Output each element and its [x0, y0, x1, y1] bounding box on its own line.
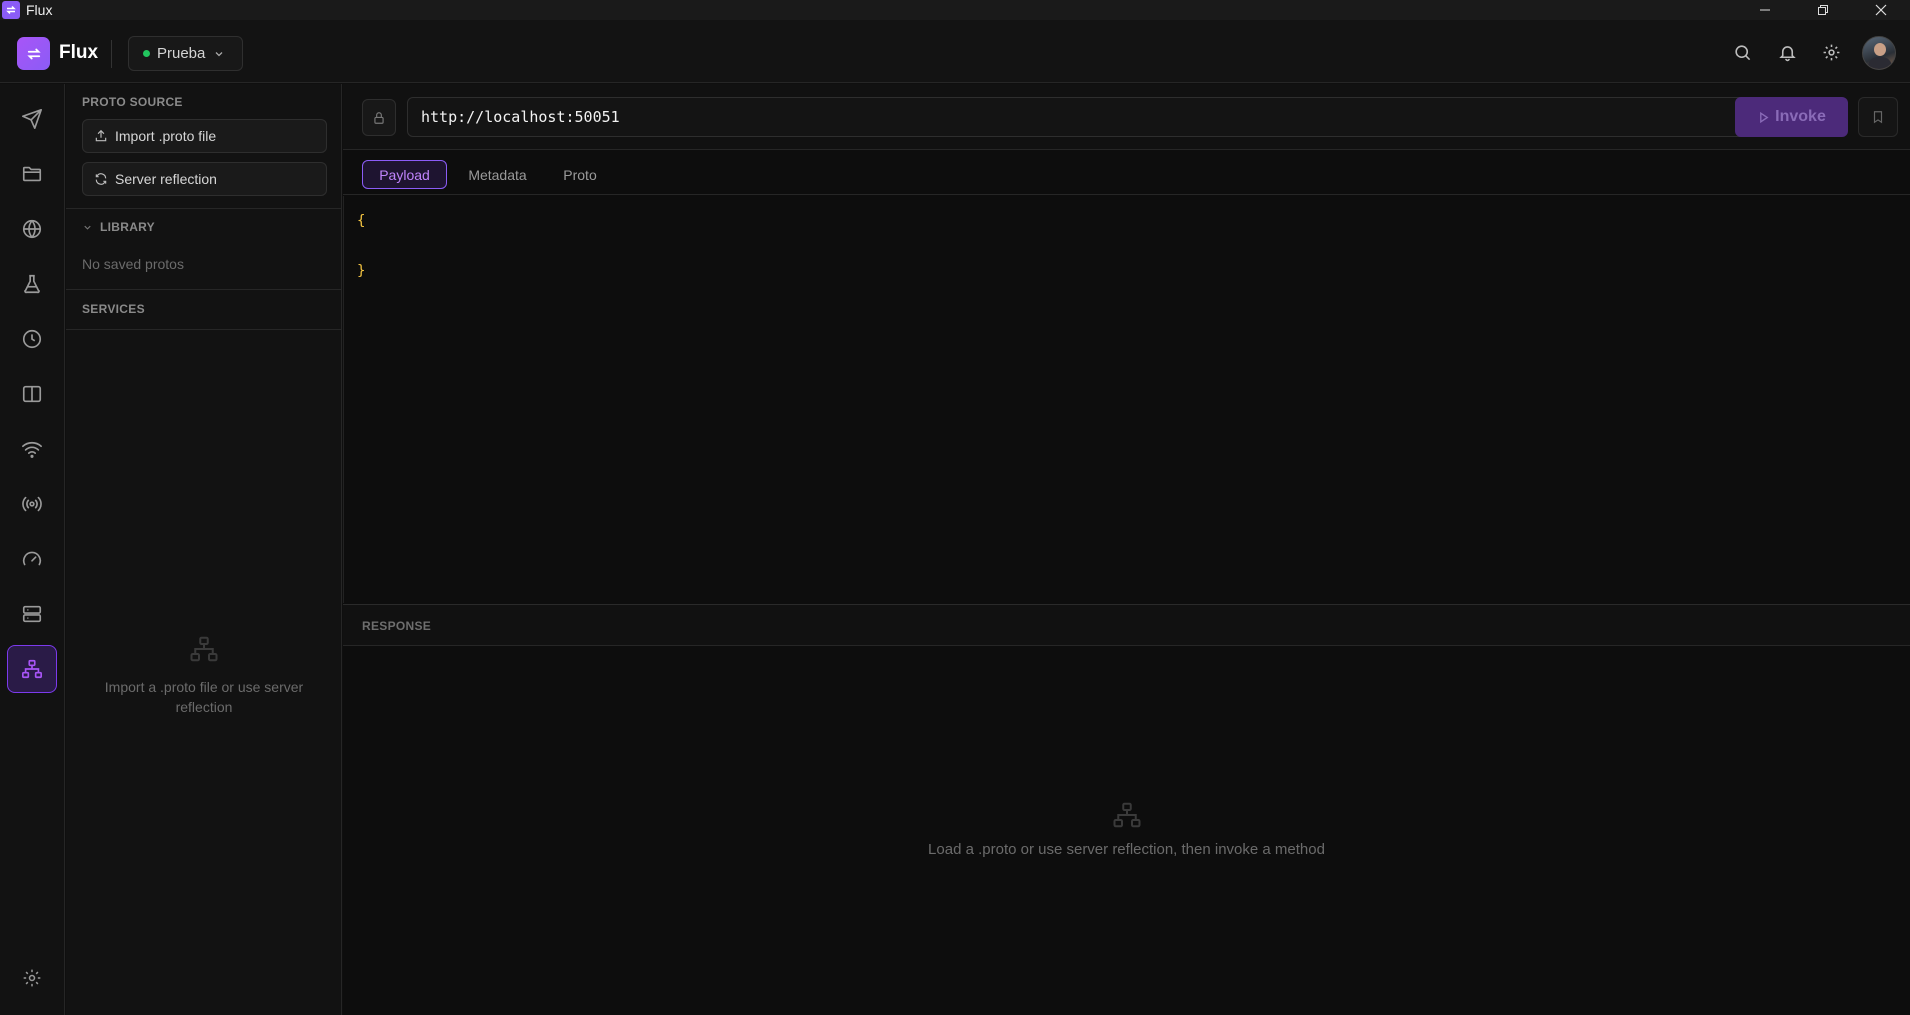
rail-hierarchy-icon[interactable]: [7, 645, 57, 693]
payload-editor[interactable]: { }: [343, 196, 1910, 603]
rail-folder-icon[interactable]: [7, 150, 57, 198]
app-header: Flux Prueba: [0, 20, 1910, 83]
proto-side-panel: PROTO SOURCE Import .proto file Server r…: [66, 84, 342, 1015]
close-window-button[interactable]: [1852, 0, 1910, 20]
rail-wifi-icon[interactable]: [7, 425, 57, 473]
server-url-input[interactable]: [407, 97, 1767, 137]
bookmark-icon: [1873, 111, 1883, 124]
app-icon: [2, 1, 20, 19]
tab-payload[interactable]: Payload: [362, 160, 447, 189]
tab-metadata[interactable]: Metadata: [455, 160, 540, 189]
lock-icon: [374, 111, 384, 124]
server-reflection-label: Server reflection: [115, 171, 217, 187]
response-label: RESPONSE: [362, 619, 432, 633]
environment-selector[interactable]: Prueba: [128, 36, 243, 71]
hierarchy-icon: [1113, 802, 1140, 828]
logo-icon: [17, 37, 50, 70]
bell-icon[interactable]: [1776, 41, 1798, 63]
rail-settings-gear-icon[interactable]: [7, 954, 57, 1002]
main-panel: Invoke Payload Metadata Proto { } RESPON…: [343, 84, 1910, 1015]
invoke-button[interactable]: Invoke: [1735, 97, 1848, 137]
request-bar: Invoke: [343, 84, 1910, 150]
environment-status-dot: [143, 50, 150, 57]
library-toggle[interactable]: LIBRARY: [82, 220, 155, 234]
editor-open-brace: {: [357, 213, 366, 229]
proto-source-label: PROTO SOURCE: [82, 95, 183, 109]
chevron-down-icon: [84, 225, 91, 230]
import-proto-button[interactable]: Import .proto file: [82, 119, 327, 153]
rail-flask-icon[interactable]: [7, 260, 57, 308]
brand-name: Flux: [59, 42, 99, 63]
search-icon[interactable]: [1731, 41, 1753, 63]
gear-icon[interactable]: [1820, 41, 1842, 63]
environment-name: Prueba: [157, 45, 206, 62]
window-titlebar: Flux: [0, 0, 1910, 20]
restore-button[interactable]: [1794, 0, 1852, 20]
upload-icon: [95, 129, 107, 142]
services-empty-text: Import a .proto file or use server refle…: [104, 679, 304, 715]
minimize-button[interactable]: [1736, 0, 1794, 20]
refresh-icon: [95, 173, 107, 185]
header-divider: [111, 40, 112, 68]
rail-globe-icon[interactable]: [7, 205, 57, 253]
hierarchy-icon: [190, 636, 218, 662]
library-label: LIBRARY: [100, 220, 155, 234]
response-empty-text: Load a .proto or use server reflection, …: [928, 841, 1325, 858]
server-reflection-button[interactable]: Server reflection: [82, 162, 327, 196]
response-header: RESPONSE: [343, 604, 1910, 646]
rail-send-icon[interactable]: [7, 95, 57, 143]
request-tabs: Payload Metadata Proto: [343, 151, 1910, 195]
divider: [66, 208, 342, 209]
services-label: SERVICES: [82, 302, 145, 316]
chevron-down-icon: [215, 51, 223, 56]
bookmark-button[interactable]: [1858, 97, 1898, 137]
tab-proto[interactable]: Proto: [545, 160, 615, 189]
divider: [66, 329, 342, 330]
window-title: Flux: [26, 2, 53, 18]
library-empty-text: No saved protos: [82, 256, 184, 272]
invoke-label: Invoke: [1775, 108, 1826, 125]
navigation-rail: [0, 84, 65, 1015]
editor-close-brace: }: [357, 263, 366, 279]
rail-columns-icon[interactable]: [7, 370, 57, 418]
tls-lock-button[interactable]: [362, 99, 396, 136]
play-icon: [1760, 111, 1769, 123]
user-avatar[interactable]: [1862, 36, 1896, 70]
rail-server-icon[interactable]: [7, 590, 57, 638]
rail-broadcast-icon[interactable]: [7, 480, 57, 528]
divider: [66, 289, 342, 290]
rail-gauge-icon[interactable]: [7, 535, 57, 583]
response-empty-state: Load a .proto or use server reflection, …: [343, 800, 1910, 858]
import-proto-label: Import .proto file: [115, 128, 217, 144]
services-empty-state: Import a .proto file or use server refle…: [66, 634, 342, 717]
rail-clock-icon[interactable]: [7, 315, 57, 363]
